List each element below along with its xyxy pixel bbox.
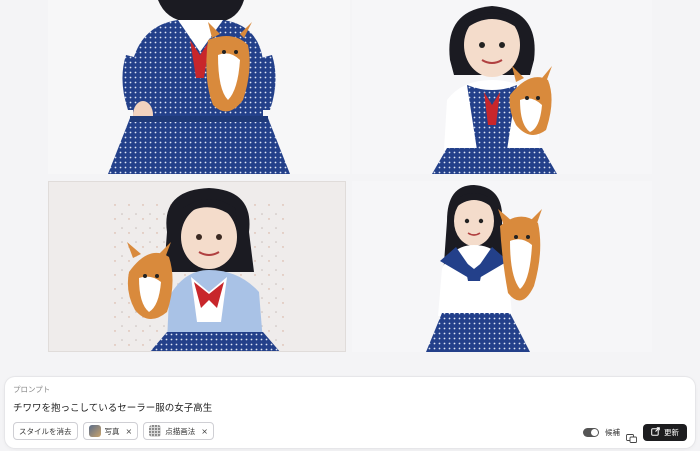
suggestions-label: 候補 (605, 428, 620, 437)
prompt-panel: プロンプト チワワを抱っこしているセーラー服の女子高生 スタイルを消去 写真 ×… (5, 377, 695, 448)
update-button[interactable]: 更新 (643, 424, 687, 441)
style-chip-photo[interactable]: 写真 × (82, 422, 139, 440)
style-chips: スタイルを消去 写真 × 点描画法 × (13, 422, 214, 440)
style-chip-label: 写真 (104, 426, 120, 436)
generated-image-3[interactable] (48, 181, 346, 352)
style-chip-pointillism[interactable]: 点描画法 × (143, 422, 214, 440)
image-reference-icon[interactable] (626, 428, 637, 443)
update-icon (651, 427, 660, 438)
style-chip-label: 点描画法 (165, 426, 196, 436)
clear-style-label: スタイルを消去 (19, 426, 72, 436)
prompt-label: プロンプト (13, 385, 51, 394)
image-grid (0, 0, 700, 370)
update-label: 更新 (664, 428, 679, 437)
generated-image-1[interactable] (48, 0, 350, 174)
generated-image-2[interactable] (352, 0, 652, 174)
prompt-actions: 候補 更新 (583, 424, 687, 443)
generated-image-4[interactable] (352, 181, 652, 352)
suggestions-toggle[interactable] (583, 428, 599, 437)
clear-style-button[interactable]: スタイルを消去 (13, 422, 78, 440)
pointillism-style-thumb-icon (149, 425, 162, 437)
photo-style-thumb-icon (88, 425, 101, 437)
remove-chip-icon[interactable]: × (201, 427, 208, 436)
remove-chip-icon[interactable]: × (126, 427, 133, 436)
prompt-input[interactable]: チワワを抱っこしているセーラー服の女子高生 (13, 400, 212, 414)
